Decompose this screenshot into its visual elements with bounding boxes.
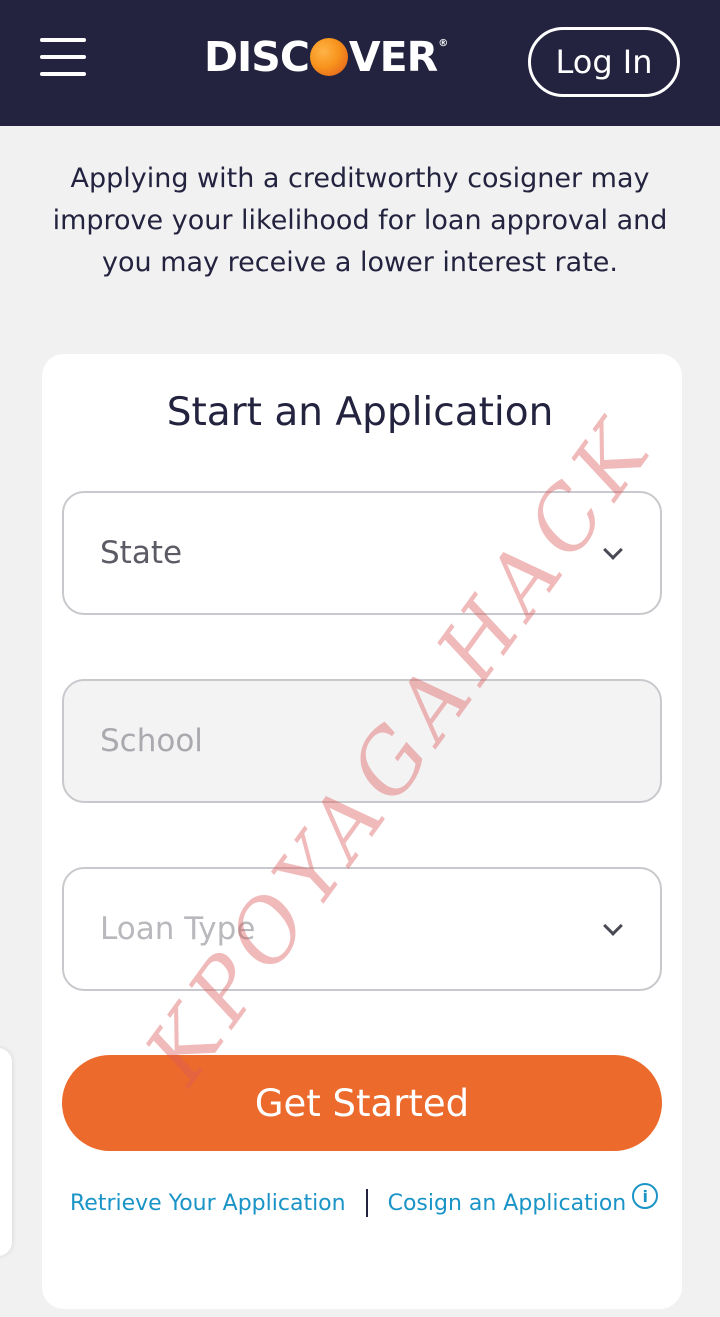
cosign-application-link[interactable]: Cosign an Application (388, 1191, 627, 1216)
loan-type-select[interactable]: Loan Type (62, 867, 662, 991)
link-divider (365, 1189, 368, 1217)
intro-text: Applying with a creditworthy cosigner ma… (52, 163, 668, 278)
chevron-down-icon (603, 916, 623, 936)
state-select[interactable]: State (62, 491, 662, 615)
side-feedback-tab[interactable] (0, 1048, 12, 1256)
chevron-down-icon (603, 540, 623, 560)
school-input[interactable]: School (62, 679, 662, 803)
logo-orb-icon (309, 38, 348, 76)
retrieve-application-link[interactable]: Retrieve Your Application (70, 1191, 346, 1216)
application-links: Retrieve Your Application Cosign an Appl… (70, 1183, 659, 1220)
form-title: Start an Application (166, 390, 554, 435)
top-header: DISC VER ® Log In (0, 0, 720, 126)
info-icon[interactable]: i (632, 1183, 659, 1209)
hamburger-menu-icon[interactable] (40, 38, 86, 76)
discover-logo[interactable]: DISC VER ® (204, 33, 448, 81)
get-started-button[interactable]: Get Started (62, 1055, 662, 1151)
login-button[interactable]: Log In (528, 27, 680, 97)
